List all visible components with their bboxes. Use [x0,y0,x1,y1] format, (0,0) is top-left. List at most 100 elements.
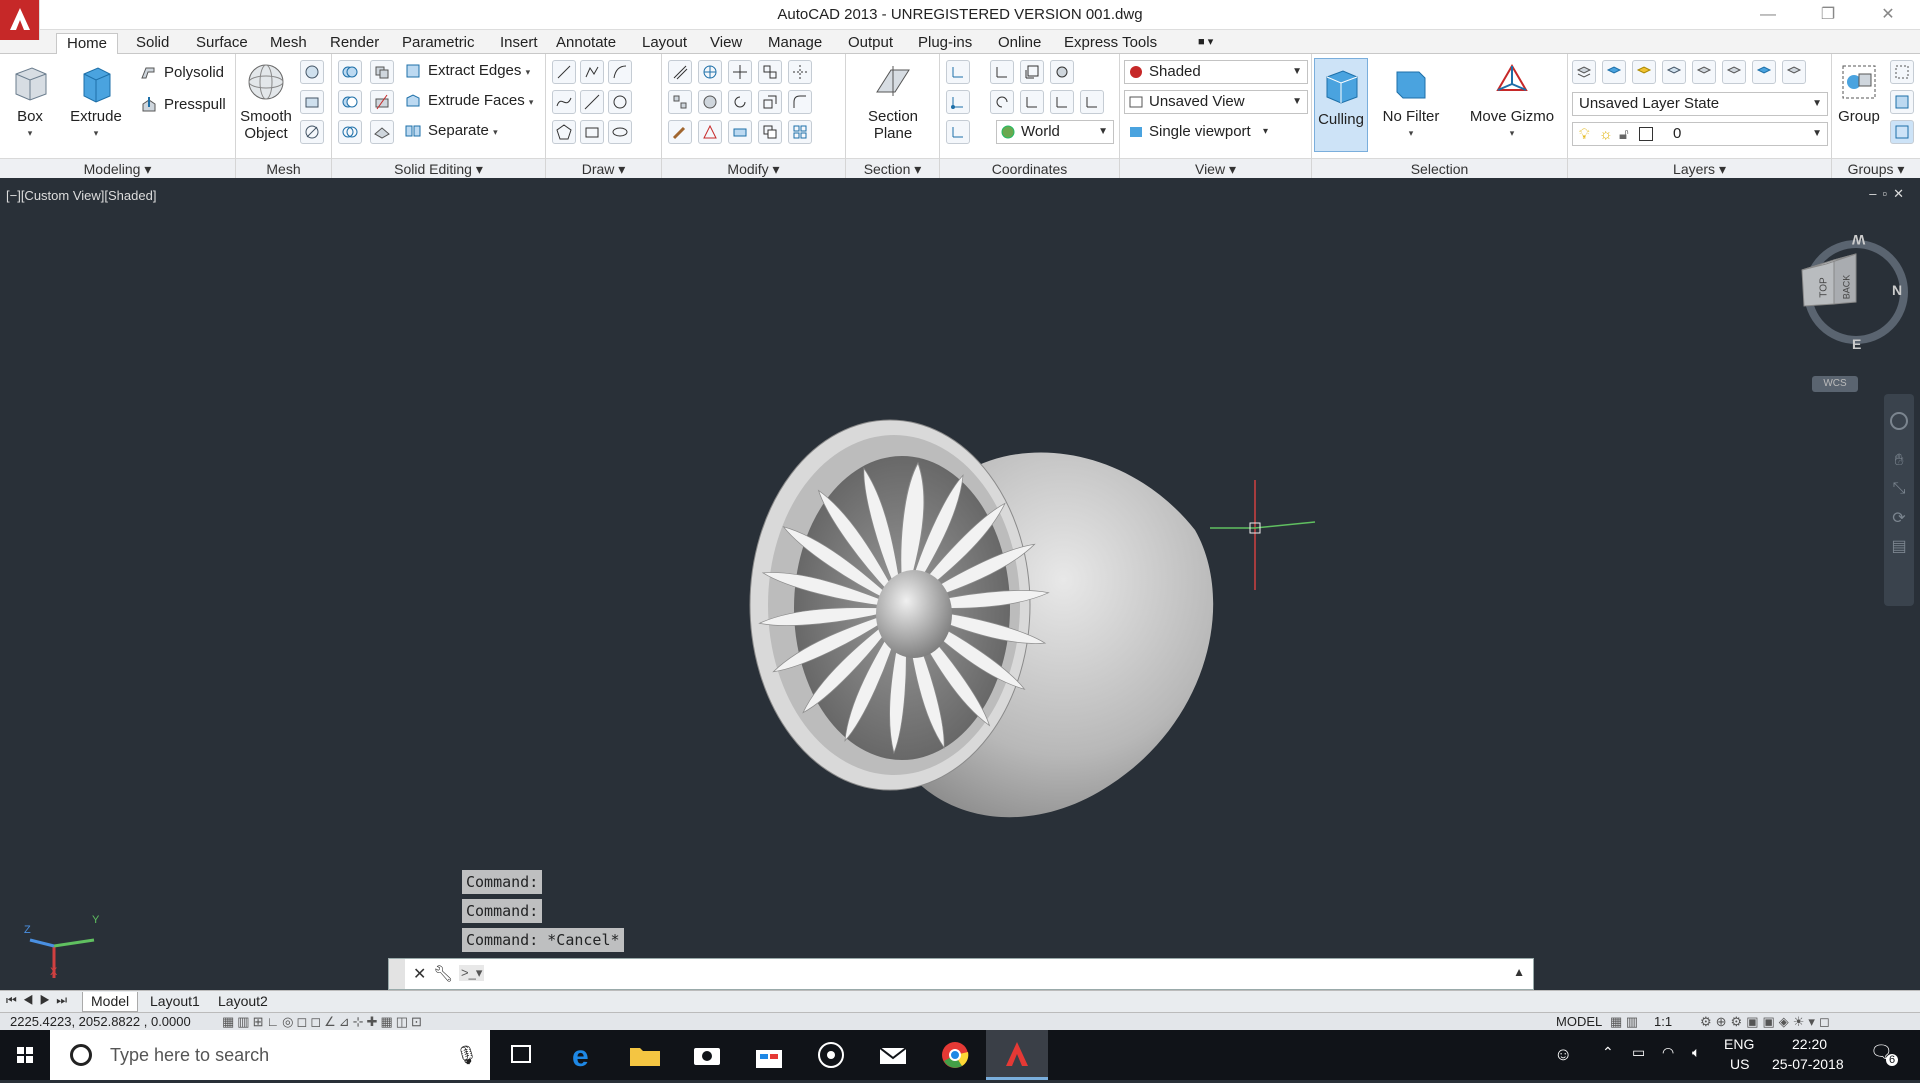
layer-dropdown[interactable]: 💡︎ ☼ 🔓︎ 0 ▼ [1572,122,1828,146]
language-indicator[interactable]: ENG [1724,1036,1754,1052]
status-tray-icons[interactable]: ⚙⊕⚙▣▣◈☀▾◻ [1700,1013,1834,1030]
panel-modify-label[interactable]: Modify ▾ [662,158,845,178]
smooth-object-button[interactable]: Smooth Object [238,60,294,142]
scale-icon[interactable] [758,90,782,114]
showmotion-icon[interactable]: ▤ [1890,536,1908,555]
panel-section-label[interactable]: Section ▾ [846,158,939,178]
tab-mesh[interactable]: Mesh [260,33,317,54]
polyline-icon[interactable] [580,60,604,84]
close-command-line-icon[interactable]: ✕ [413,964,426,984]
viewport-config-dropdown[interactable]: Single viewport ▾ [1124,120,1274,144]
tab-parametric[interactable]: Parametric [392,33,485,54]
autocad-taskbar-icon[interactable] [986,1030,1048,1080]
tab-output[interactable]: Output [838,33,903,54]
tab-solid[interactable]: Solid [126,33,179,54]
ucs-origin-icon[interactable] [946,90,970,114]
panel-layers-label[interactable]: Layers ▾ [1568,158,1831,178]
mesh-crease-icon[interactable] [300,120,324,144]
tab-manage[interactable]: Manage [758,33,832,54]
region-indicator[interactable]: US [1730,1056,1749,1072]
interfere-icon[interactable] [370,60,394,84]
arc-icon[interactable] [608,60,632,84]
box-button[interactable]: Box ▾ [6,60,54,142]
minimize-button[interactable]: — [1740,0,1796,30]
polysolid-button[interactable]: Polysolid [138,60,224,86]
extract-edges-button[interactable]: Extract Edges ▾ [402,58,530,84]
layer-walk-icon[interactable] [1752,60,1776,84]
viewcube[interactable]: TOP BACK N E W [1800,226,1910,356]
tab-view[interactable]: View [700,33,752,54]
clock-time[interactable]: 22:20 [1792,1036,1827,1052]
wcs-menu-button[interactable]: WCS [1812,376,1858,392]
pan-icon[interactable]: ✋︎ [1890,452,1908,470]
ucs-face-icon[interactable] [1050,60,1074,84]
rotate-icon[interactable] [728,90,752,114]
ucs-x-icon[interactable] [1020,90,1044,114]
group-button[interactable]: Group [1834,60,1884,125]
3d-rotate-icon[interactable] [698,60,722,84]
polygon-icon[interactable] [552,120,576,144]
tab-annotate[interactable]: Annotate [546,33,626,54]
layer-lock-icon[interactable] [1692,60,1716,84]
panel-mesh-label[interactable]: Mesh [236,158,331,178]
circle-icon[interactable] [608,90,632,114]
tab-model[interactable]: Model [82,992,139,1012]
windows-start-button[interactable] [0,1030,50,1080]
layout-nav-arrows[interactable]: ⏮◀▶⏭ [6,993,73,1008]
ucs-world-dropdown[interactable]: World ▼ [996,120,1114,144]
mail-app-icon[interactable] [862,1030,924,1080]
ucs-previous-icon[interactable] [990,90,1014,114]
extrude-button[interactable]: Extrude ▾ [66,60,126,142]
clock-date[interactable]: 25-07-2018 [1772,1056,1844,1072]
zoom-extents-icon[interactable]: ⤡ [1890,480,1908,498]
media-app-icon[interactable] [800,1030,862,1080]
layer-state-dropdown[interactable]: Unsaved Layer State ▼ [1572,92,1828,116]
tab-express-tools[interactable]: Express Tools [1054,33,1167,54]
jet-engine-model[interactable] [680,390,1220,830]
chrome-browser-icon[interactable] [924,1030,986,1080]
close-button[interactable]: ✕ [1860,0,1916,30]
3d-array-icon[interactable] [668,90,692,114]
tab-plugins[interactable]: Plug-ins [908,33,982,54]
3d-align-icon[interactable] [758,60,782,84]
ellipse-icon[interactable] [608,120,632,144]
ucs-3point-icon[interactable] [1080,90,1104,114]
tab-home[interactable]: Home [56,33,119,54]
drafting-toggles[interactable]: ▦▥⊞∟◎◻◻∠⊿⊹✚▦◫⊡ [222,1013,425,1030]
ucs-view-icon[interactable] [990,60,1014,84]
taskbar-search-box[interactable]: Type here to search 🎙︎ [50,1030,490,1080]
layer-previous-icon[interactable] [1782,60,1806,84]
explode-icon[interactable] [698,120,722,144]
mesh-smooth-more-icon[interactable] [300,60,324,84]
array-icon[interactable] [788,120,812,144]
no-filter-button[interactable]: No Filter ▾ [1378,60,1444,142]
move-icon[interactable] [728,60,752,84]
spline-icon[interactable] [552,90,576,114]
intersect-icon[interactable] [338,120,362,144]
subtract-icon[interactable] [338,90,362,114]
tab-online[interactable]: Online [988,33,1051,54]
battery-icon[interactable]: ▭ [1632,1044,1645,1061]
ribbon-options-icon[interactable]: ■ ▾ [1188,33,1223,54]
culling-button[interactable]: Culling [1314,58,1368,152]
viewport-controls-label[interactable]: [−][Custom View][Shaded] [6,188,156,203]
visual-style-dropdown[interactable]: Shaded ▼ [1124,60,1308,84]
model-space-button[interactable]: MODEL [1556,1013,1602,1030]
named-view-dropdown[interactable]: Unsaved View ▼ [1124,90,1308,114]
edge-browser-icon[interactable]: e [552,1030,614,1080]
microphone-icon[interactable]: 🎙︎ [455,1030,478,1080]
panel-selection-label[interactable]: Selection [1312,158,1567,178]
command-input[interactable] [497,963,1497,985]
task-view-icon[interactable] [490,1030,552,1080]
group-edit-icon[interactable] [1890,90,1914,114]
tab-layout2[interactable]: Layout2 [210,992,276,1012]
ungroup-icon[interactable] [1890,60,1914,84]
panel-draw-label[interactable]: Draw ▾ [546,158,661,178]
stretch-icon[interactable] [728,120,752,144]
ucs-z-icon[interactable] [1050,90,1074,114]
construction-line-icon[interactable] [580,90,604,114]
offset-icon[interactable] [668,60,692,84]
store-app-icon[interactable] [738,1030,800,1080]
thicken-icon[interactable] [370,120,394,144]
group-selection-icon[interactable] [1890,120,1914,144]
